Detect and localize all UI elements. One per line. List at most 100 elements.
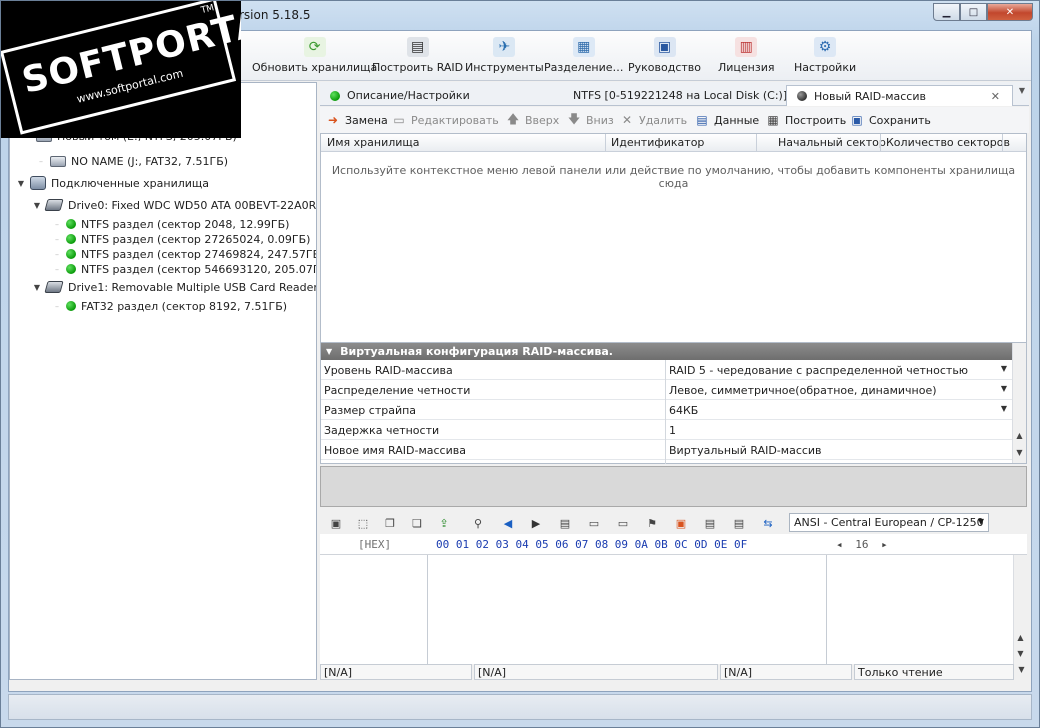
partition-status-icon <box>66 264 76 274</box>
parity-select[interactable]: Левое, симметричное(обратное, динамичное… <box>669 384 937 397</box>
tree-item-partition[interactable]: – NTFS раздел (сектор 27265024, 0.09ГБ) <box>52 231 310 247</box>
export-icon[interactable]: ⇪ <box>436 515 452 531</box>
tools-icon: ✈ <box>493 37 516 57</box>
close-button[interactable]: ✕ <box>987 3 1033 21</box>
edit-button[interactable]: ▭ Редактировать <box>392 113 498 127</box>
settings-button[interactable]: ⚙ Настройки <box>794 37 856 79</box>
raid-level-select[interactable]: RAID 5 - чередование с распределенной че… <box>669 364 968 377</box>
hex-view[interactable]: ▲ ▼ <box>320 554 1027 665</box>
dropdown-arrow-icon[interactable]: ▼ <box>1001 384 1007 393</box>
stripe-size-select[interactable]: 64КБ <box>669 404 698 417</box>
drive-icon <box>50 155 66 167</box>
data-button[interactable]: ▤ Данные <box>695 113 759 127</box>
hex-toolbar: ▣ ⬚ ❐ ❏ ⇪ ⚲ ◀ ▶ ▤ ▭ ▭ ⚑ ▣ ▤ ▤ ⇆ ANSI - C… <box>320 510 1027 534</box>
bookmark-icon[interactable]: ▤ <box>557 515 573 531</box>
tree-item-noname[interactable]: – NO NAME (J:, FAT32, 7.51ГБ) <box>36 153 228 169</box>
move-up-button[interactable]: 🡅 Вверх <box>506 112 559 127</box>
dropdown-arrow-icon[interactable]: ▼ <box>1001 364 1007 373</box>
tree-item-partition[interactable]: – FAT32 раздел (сектор 8192, 7.51ГБ) <box>52 298 287 314</box>
column-header-count[interactable]: Количество секторов <box>886 136 1010 149</box>
tree-item-partition[interactable]: – NTFS раздел (сектор 27469824, 247.57ГБ… <box>52 246 317 262</box>
jump-icon[interactable]: ▣ <box>673 515 689 531</box>
maximize-button[interactable]: □ <box>960 3 987 21</box>
tab-ntfs-c[interactable]: NTFS [0-519221248 на Local Disk (C:)] <box>556 85 787 106</box>
softportal-watermark-logo: SOFTPORTAL www.softportal.com TM <box>1 1 241 138</box>
tree-item-drive0[interactable]: ▼ Drive0: Fixed WDC WD50 ATA 00BEVT-22A0… <box>32 197 316 213</box>
sync-icon[interactable]: ⇆ <box>760 515 776 531</box>
tree-item-partition[interactable]: – NTFS раздел (сектор 546693120, 205.07Г… <box>52 261 316 277</box>
disk-icon[interactable]: ▭ <box>586 515 602 531</box>
status-readonly: Только чтение <box>854 664 1014 680</box>
delete-label: Удалить <box>639 113 688 127</box>
find-icon[interactable]: ⚲ <box>470 515 486 531</box>
tree-item-label: NTFS раздел (сектор 27469824, 247.57ГБ) <box>81 247 317 261</box>
select-icon[interactable]: ⬚ <box>355 515 371 531</box>
minimize-button[interactable]: ▁ <box>933 3 960 21</box>
column-header-start[interactable]: Начальный сектор <box>778 136 886 149</box>
license-button[interactable]: ▥ Лицензия <box>718 37 774 79</box>
tab-bar: Описание/Настройки NTFS [0-519221248 на … <box>320 82 1029 106</box>
sector-prev-icon[interactable]: ▤ <box>702 515 718 531</box>
window-title: rsion 5.18.5 <box>239 8 311 22</box>
prop-row-stripe[interactable]: Размер страйпа 64КБ ▼ <box>321 400 1013 420</box>
properties-header[interactable]: ▼ Виртуальная конфигурация RAID-массива. <box>321 343 1013 360</box>
properties-scrollbar[interactable]: ▲ ▼ <box>1012 343 1026 463</box>
collapse-icon[interactable]: ▼ <box>326 347 332 356</box>
copy-icon[interactable]: ❐ <box>382 515 398 531</box>
tree-item-connected[interactable]: ▼ Подключенные хранилища <box>16 175 209 191</box>
collapse-icon[interactable]: ▼ <box>32 283 42 292</box>
sector-next-icon[interactable]: ▤ <box>731 515 747 531</box>
tree-item-label: Подключенные хранилища <box>51 176 209 190</box>
column-header-id[interactable]: Идентификатор <box>611 136 704 149</box>
save-button[interactable]: ▣ Сохранить <box>850 113 931 127</box>
collapse-icon[interactable]: ▼ <box>16 179 26 188</box>
delete-button[interactable]: ✕ Удалить <box>620 113 687 127</box>
manual-button[interactable]: ▣ Руководство <box>628 37 701 79</box>
scroll-down-icon[interactable]: ▼ <box>1014 649 1027 663</box>
forward-icon[interactable]: ▶ <box>528 515 544 531</box>
prop-row-delay[interactable]: Задержка четности 1 <box>321 420 1013 440</box>
collapse-icon[interactable]: ▼ <box>32 201 42 210</box>
paste-icon[interactable]: ❏ <box>409 515 425 531</box>
properties-header-label: Виртуальная конфигурация RAID-массива. <box>340 345 613 358</box>
scroll-up-icon[interactable]: ▲ <box>1014 633 1027 647</box>
scroll-down-icon[interactable]: ▼ <box>1013 448 1026 462</box>
tab-list-dropdown-icon[interactable]: ▼ <box>1015 86 1029 95</box>
back-icon[interactable]: ◀ <box>500 515 516 531</box>
prop-row-parity[interactable]: Распределение четности Левое, симметричн… <box>321 380 1013 400</box>
increase-icon[interactable]: ▸ <box>881 538 888 551</box>
tab-new-raid[interactable]: Новый RAID-массив ✕ <box>786 85 1013 106</box>
decrease-icon[interactable]: ◂ <box>836 538 843 551</box>
dropdown-arrow-icon[interactable]: ▼ <box>1001 404 1007 413</box>
hex-scrollbar[interactable]: ▲ ▼ <box>1013 555 1027 665</box>
encoding-select[interactable]: ANSI - Central European / CP-1250 ▼ <box>789 513 989 532</box>
scroll-up-icon[interactable]: ▲ <box>1013 431 1026 445</box>
tree-item-label: Drive1: Removable Multiple USB Card Read… <box>68 280 317 294</box>
scroll-down-icon[interactable]: ▼ <box>1015 665 1028 679</box>
disk-next-icon[interactable]: ▭ <box>615 515 631 531</box>
build-raid-button[interactable]: ▤ Построить RAID <box>372 37 463 79</box>
parity-delay-field[interactable]: 1 <box>669 424 676 437</box>
prop-row-raid-level[interactable]: Уровень RAID-массива RAID 5 - чередовани… <box>321 360 1013 380</box>
refresh-storages-button[interactable]: ⟳ Обновить хранилища <box>252 37 377 79</box>
column-header-name[interactable]: Имя хранилища <box>327 136 420 149</box>
flag-icon[interactable]: ⚑ <box>644 515 660 531</box>
move-down-button[interactable]: 🡇 Вниз <box>567 112 614 127</box>
tab-description[interactable]: Описание/Настройки <box>320 85 556 106</box>
tools-button[interactable]: ✈ Инструменты <box>465 37 544 79</box>
split-button[interactable]: ▦ Разделение… <box>544 37 624 79</box>
description-box <box>320 466 1027 507</box>
dropdown-arrow-icon[interactable]: ▼ <box>978 517 984 526</box>
tree-item-partition[interactable]: – NTFS раздел (сектор 2048, 12.99ГБ) <box>52 216 289 232</box>
save-icon[interactable]: ▣ <box>328 515 344 531</box>
build-button[interactable]: ▦ Построить <box>766 113 846 127</box>
tab-close-icon[interactable]: ✕ <box>991 90 1000 103</box>
hex-width-control[interactable]: ◂ 16 ▸ <box>836 538 888 551</box>
raid-name-field[interactable]: Виртуальный RAID-массив <box>669 444 822 457</box>
build-label: Построить <box>785 113 847 127</box>
hex-column-offsets: 00 01 02 03 04 05 06 07 08 09 0A 0B 0C 0… <box>436 538 748 551</box>
tree-item-drive1[interactable]: ▼ Drive1: Removable Multiple USB Card Re… <box>32 279 317 295</box>
prop-row-name[interactable]: Новое имя RAID-массива Виртуальный RAID-… <box>321 440 1013 460</box>
replace-button[interactable]: ➜ Замена <box>326 113 388 127</box>
build-icon: ▦ <box>767 113 779 127</box>
